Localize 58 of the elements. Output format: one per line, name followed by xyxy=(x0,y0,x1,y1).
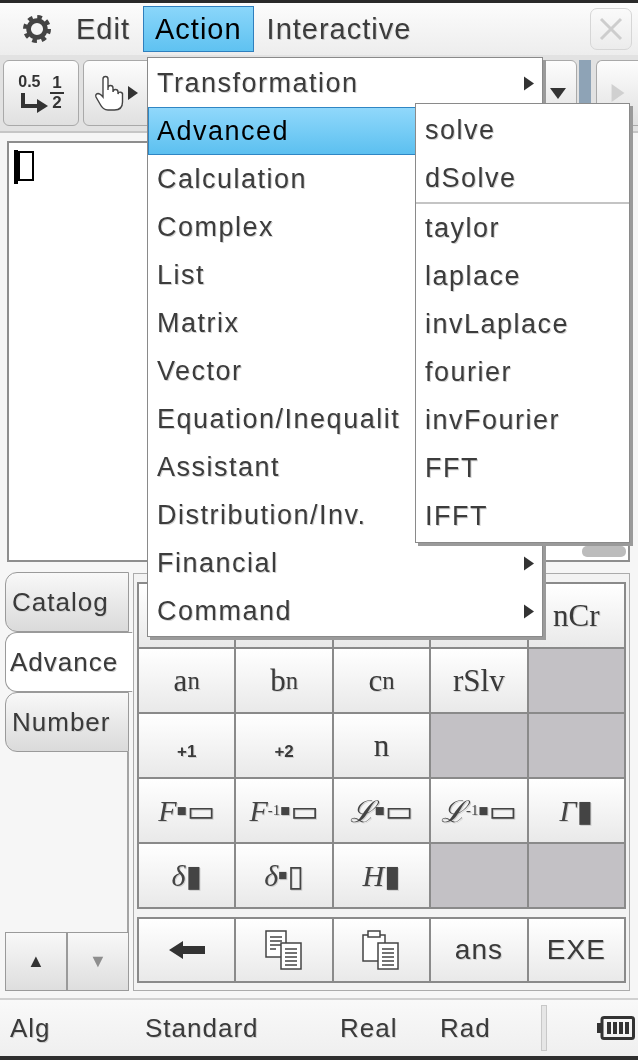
caret-right-icon xyxy=(610,84,625,102)
copy-key[interactable] xyxy=(236,919,332,981)
pointing-hand-icon xyxy=(94,74,124,112)
copy-icon xyxy=(264,930,305,970)
status-label[interactable]: Rad xyxy=(440,1012,491,1044)
scroll-button[interactable]: ▲ xyxy=(5,932,67,991)
caret-right-icon xyxy=(128,86,138,100)
keypad-key[interactable]: +1 xyxy=(139,714,235,777)
left-arrow-icon xyxy=(168,941,205,959)
bent-arrow-icon xyxy=(18,93,49,113)
menu-item[interactable]: Transformation xyxy=(148,59,542,107)
status-label[interactable]: Standard xyxy=(145,1012,259,1044)
keypad-key[interactable]: +2 xyxy=(236,714,332,777)
submenu-item[interactable]: solve xyxy=(416,106,629,154)
submenu-item[interactable]: FFT xyxy=(416,444,629,492)
keypad-key[interactable]: δ$^{■}$▯ xyxy=(236,844,332,907)
side-tab[interactable]: Advance xyxy=(5,632,133,692)
menu-item[interactable]: List xyxy=(148,251,416,299)
submenu-item[interactable]: invLaplace xyxy=(416,300,629,348)
menu-item[interactable]: Advanced xyxy=(148,107,416,155)
keypad-key[interactable]: H▮ xyxy=(333,844,430,907)
menu-title[interactable]: Action xyxy=(143,6,254,52)
status-label[interactable]: Real xyxy=(340,1012,398,1044)
keypad-key[interactable]: n xyxy=(333,714,430,777)
side-tab[interactable]: Number xyxy=(5,692,129,752)
menu-item[interactable]: Calculation xyxy=(148,155,416,203)
decimal-fraction-button[interactable]: 0.5 1 2 xyxy=(3,60,79,126)
menu-item[interactable]: Assistant xyxy=(148,443,416,491)
submenu-item[interactable]: laplace xyxy=(416,252,629,300)
submenu-item[interactable]: dSolve xyxy=(416,154,629,202)
menu-title[interactable]: Interactive xyxy=(257,6,421,52)
submenu-item[interactable]: IFFT xyxy=(416,492,629,540)
keypad-key[interactable]: δ▮ xyxy=(139,844,235,907)
side-tab[interactable]: Catalog xyxy=(5,572,129,632)
keypad-key[interactable]: rSlv xyxy=(431,649,527,712)
submenu-item[interactable]: invFourier xyxy=(416,396,629,444)
scrollbar-thumb xyxy=(582,546,626,557)
menu-item[interactable]: Financial xyxy=(148,539,542,587)
cursor-icon xyxy=(14,150,34,184)
keypad-key[interactable]: Γ▮ xyxy=(528,779,624,842)
status-label[interactable]: Alg xyxy=(10,1012,51,1044)
caret-down-icon xyxy=(550,87,566,99)
paste-icon xyxy=(361,930,402,970)
menu-item[interactable]: Matrix xyxy=(148,299,416,347)
submenu-item[interactable]: taylor xyxy=(416,204,629,252)
submenu-item[interactable]: fourier xyxy=(416,348,629,396)
menu-item[interactable]: Complex xyxy=(148,203,416,251)
backspace-key[interactable] xyxy=(139,919,235,981)
keypad-key[interactable]: EXE xyxy=(528,919,624,981)
menu-item[interactable]: Distribution/Inv. xyxy=(148,491,416,539)
battery-icon xyxy=(597,1016,635,1040)
settings-icon[interactable] xyxy=(23,15,51,43)
menu-title[interactable]: Edit xyxy=(67,6,139,52)
close-icon xyxy=(599,17,623,41)
menu-item[interactable]: Equation/Inequalit xyxy=(148,395,416,443)
menu-item[interactable]: Vector xyxy=(148,347,416,395)
paste-key[interactable] xyxy=(333,919,430,981)
keypad-key[interactable]: ans xyxy=(431,919,527,981)
